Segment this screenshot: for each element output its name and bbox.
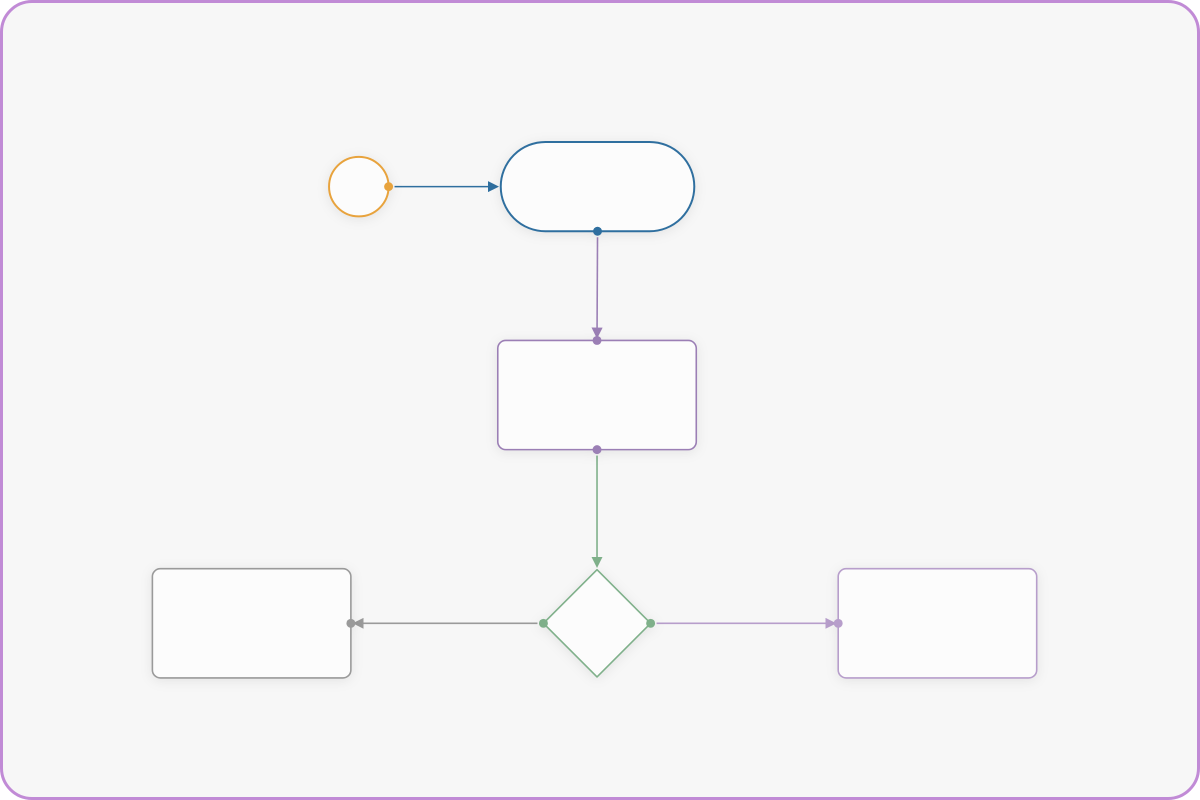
port-dot[interactable]: [346, 619, 355, 628]
port-dot[interactable]: [539, 619, 548, 628]
port-dot[interactable]: [593, 227, 602, 236]
nodes-layer: [152, 142, 1036, 678]
diagram-frame: [0, 0, 1200, 800]
node-task_left[interactable]: [152, 569, 355, 678]
node-task1[interactable]: [501, 142, 695, 236]
node-start[interactable]: [329, 157, 393, 217]
diagram-canvas[interactable]: [3, 3, 1197, 797]
node-task_right[interactable]: [834, 569, 1037, 678]
port-dot[interactable]: [384, 182, 393, 191]
port-dot[interactable]: [593, 445, 602, 454]
port-dot[interactable]: [593, 336, 602, 345]
node-decision[interactable]: [539, 570, 655, 677]
port-dot[interactable]: [834, 619, 843, 628]
node-task2[interactable]: [498, 336, 697, 454]
port-dot[interactable]: [646, 619, 655, 628]
diagram-svg: [3, 3, 1197, 797]
